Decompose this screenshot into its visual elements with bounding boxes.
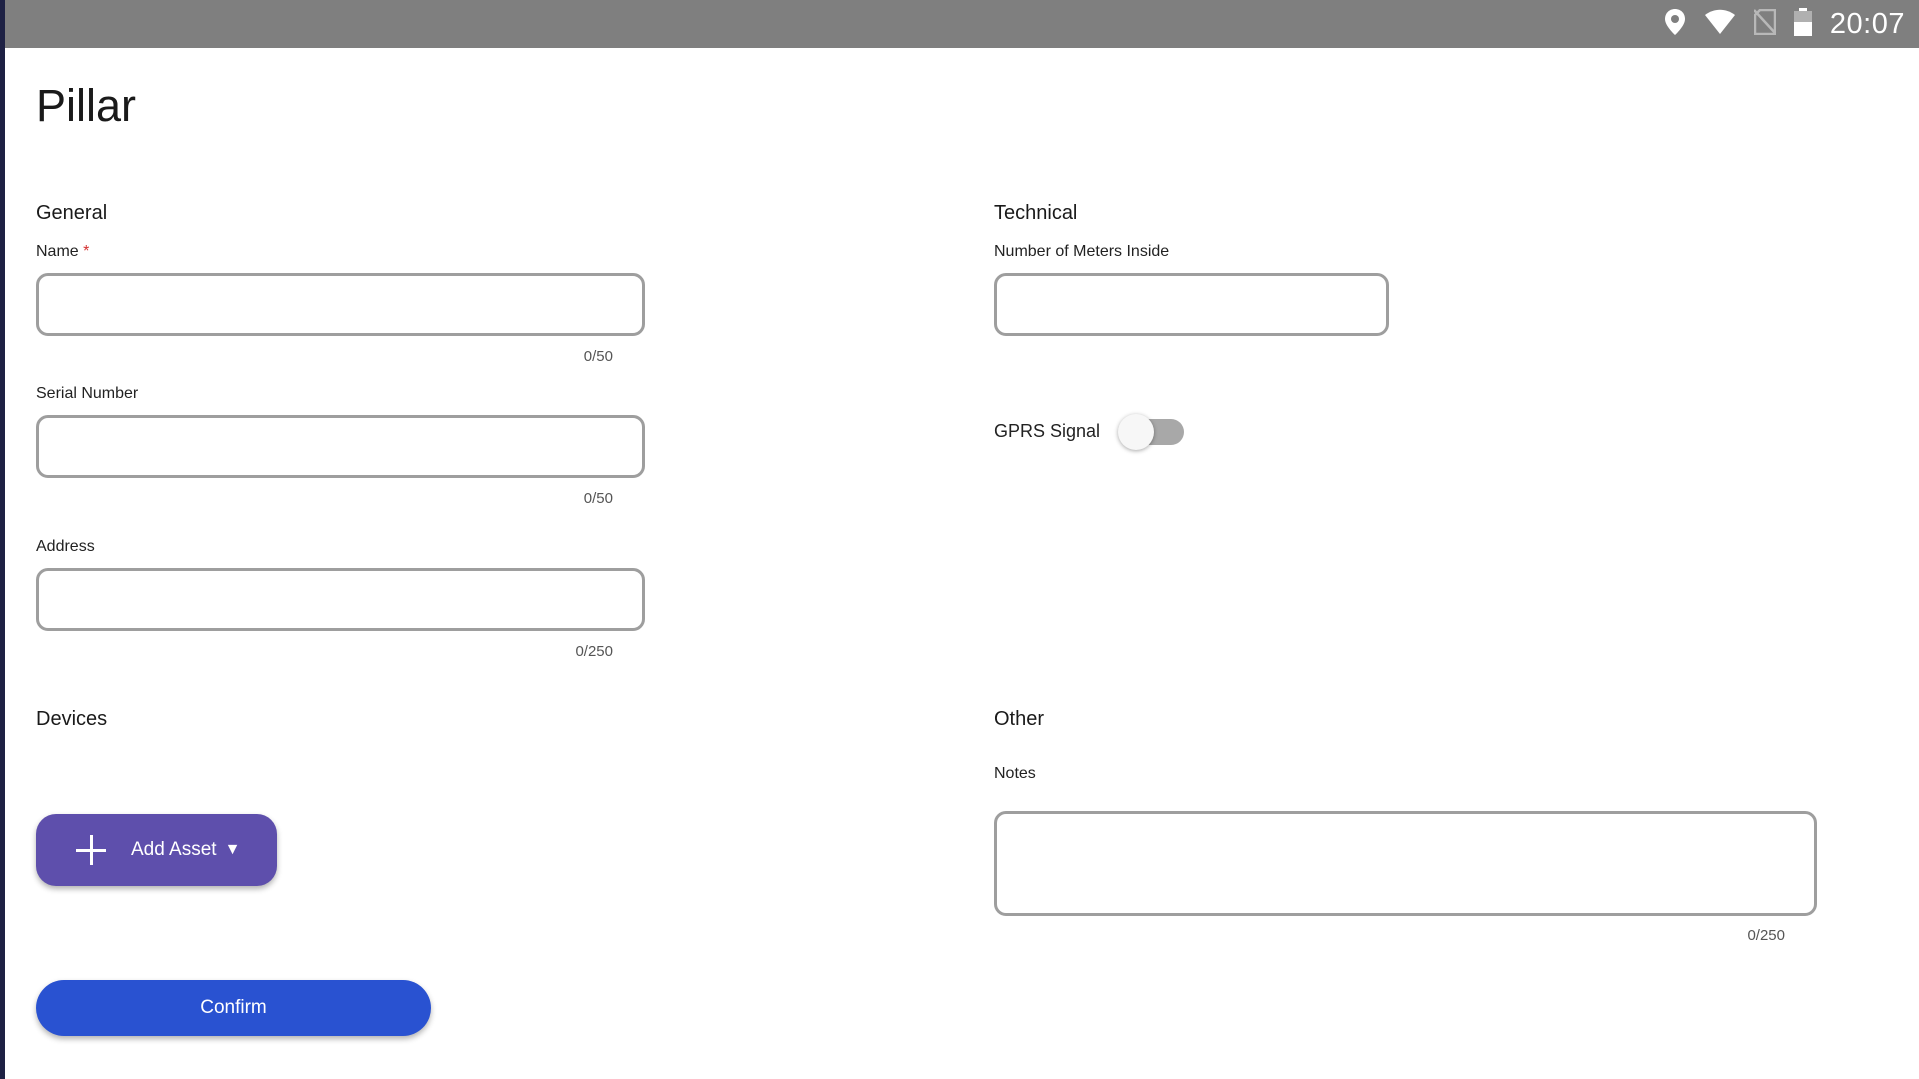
confirm-button[interactable]: Confirm [36, 980, 431, 1036]
notes-label: Notes [994, 765, 1036, 782]
add-asset-label: Add Asset [131, 839, 217, 860]
devices-heading: Devices [36, 708, 108, 730]
status-icons: 20:07 [1664, 0, 1905, 48]
meters-label: Number of Meters Inside [994, 243, 1170, 260]
serial-number-input[interactable] [36, 415, 645, 478]
serial-number-counter: 0/50 [583, 490, 613, 507]
plus-icon [76, 835, 106, 865]
chevron-down-icon: ▼ [224, 841, 241, 858]
toggle-thumb [1118, 414, 1154, 450]
notes-counter: 0/250 [1747, 927, 1785, 944]
serial-number-label: Serial Number [36, 385, 139, 402]
location-pin-icon [1664, 8, 1686, 41]
general-heading: General [36, 202, 108, 224]
page-title: Pillar [36, 80, 137, 131]
meters-input[interactable] [994, 273, 1389, 336]
gprs-signal-toggle[interactable] [1118, 414, 1186, 450]
add-asset-button[interactable]: Add Asset ▼ [36, 814, 277, 886]
other-heading: Other [994, 708, 1045, 730]
address-counter: 0/250 [575, 643, 613, 660]
technical-heading: Technical [994, 202, 1078, 224]
pillar-form-screen: 20:07 Pillar General Name * 0/50 Serial … [0, 0, 1919, 1079]
status-bar: 20:07 [5, 0, 1919, 48]
required-mark: * [83, 243, 90, 260]
name-label: Name * [36, 243, 89, 261]
wifi-icon [1704, 9, 1736, 40]
no-sim-icon [1753, 8, 1777, 40]
name-counter: 0/50 [583, 348, 613, 365]
address-label: Address [36, 538, 95, 555]
name-label-text: Name [36, 243, 79, 260]
address-input[interactable] [36, 568, 645, 631]
name-input[interactable] [36, 273, 645, 336]
notes-textarea[interactable] [994, 811, 1817, 916]
battery-icon [1793, 7, 1812, 41]
status-time: 20:07 [1829, 7, 1905, 40]
left-edge-strip [0, 0, 5, 1079]
gprs-signal-label: GPRS Signal [994, 421, 1101, 441]
